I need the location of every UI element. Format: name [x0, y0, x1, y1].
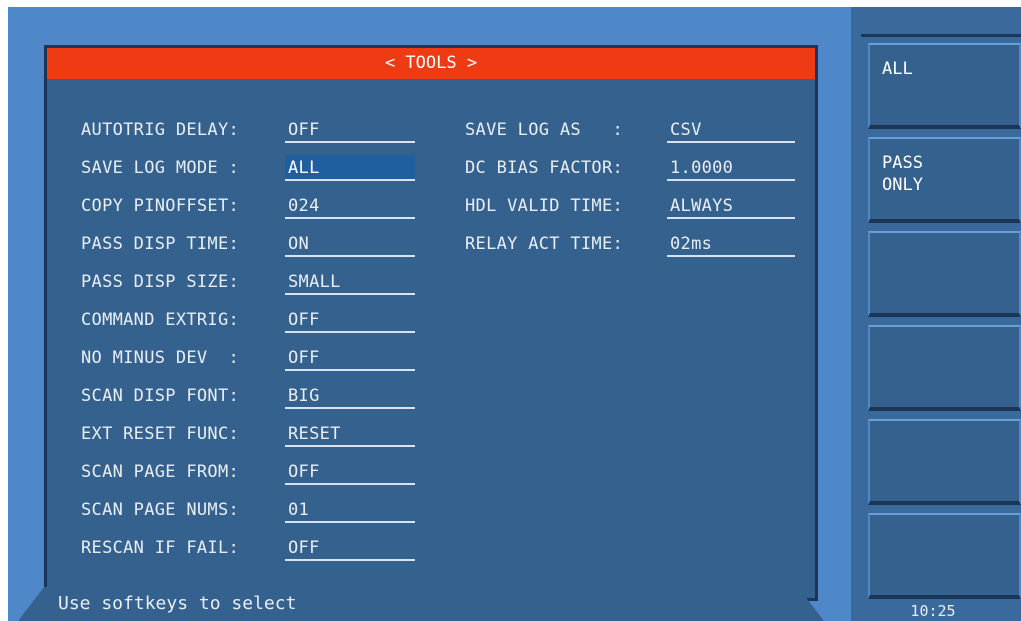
- setting-label: SCAN PAGE NUMS:: [81, 500, 240, 520]
- softkey-column: ALL PASS ONLY: [851, 7, 1021, 621]
- setting-label: DC BIAS FACTOR:: [465, 158, 624, 178]
- setting-row-ext-reset-func: EXT RESET FUNC: RESET: [81, 421, 421, 447]
- setting-label: RESCAN IF FAIL:: [81, 538, 240, 558]
- setting-row-hdl-valid-time: HDL VALID TIME: ALWAYS: [465, 193, 801, 219]
- setting-row-no-minus-dev: NO MINUS DEV : OFF: [81, 345, 421, 371]
- setting-label: SAVE LOG MODE :: [81, 158, 240, 178]
- setting-row-pass-disp-size: PASS DISP SIZE: SMALL: [81, 269, 421, 295]
- setting-value-field[interactable]: ALWAYS: [667, 193, 795, 219]
- setting-value-field[interactable]: 024: [285, 193, 415, 219]
- softkey-6[interactable]: [868, 513, 1021, 599]
- instrument-screen: < TOOLS > AUTOTRIG DELAY: OFF SAVE LOG M…: [8, 7, 1021, 621]
- softkey-pass-only[interactable]: PASS ONLY: [868, 137, 1021, 223]
- setting-label: SAVE LOG AS :: [465, 120, 624, 140]
- setting-label: COMMAND EXTRIG:: [81, 310, 240, 330]
- status-text: Use softkeys to select: [58, 593, 297, 614]
- softkey-5[interactable]: [868, 419, 1021, 505]
- setting-value-field-selected[interactable]: ALL: [285, 155, 415, 181]
- tools-panel: < TOOLS > AUTOTRIG DELAY: OFF SAVE LOG M…: [44, 45, 818, 601]
- setting-value-field[interactable]: 02ms: [667, 231, 795, 257]
- softkey-all[interactable]: ALL: [868, 43, 1021, 129]
- softkey-3[interactable]: [868, 231, 1021, 317]
- setting-label: RELAY ACT TIME:: [465, 234, 624, 254]
- clock-display: 10:25: [910, 602, 956, 620]
- setting-row-scan-disp-font: SCAN DISP FONT: BIG: [81, 383, 421, 409]
- setting-value-field[interactable]: CSV: [667, 117, 795, 143]
- setting-value-field[interactable]: ON: [285, 231, 415, 257]
- setting-row-scan-page-from: SCAN PAGE FROM: OFF: [81, 459, 421, 485]
- page-title: < TOOLS >: [47, 48, 815, 79]
- setting-label: PASS DISP TIME:: [81, 234, 240, 254]
- setting-label: SCAN PAGE FROM:: [81, 462, 240, 482]
- setting-row-rescan-if-fail: RESCAN IF FAIL: OFF: [81, 535, 421, 561]
- setting-label: SCAN DISP FONT:: [81, 386, 240, 406]
- setting-row-dc-bias-factor: DC BIAS FACTOR: 1.0000: [465, 155, 801, 181]
- setting-value-field[interactable]: BIG: [285, 383, 415, 409]
- setting-value-field[interactable]: 1.0000: [667, 155, 795, 181]
- setting-row-autotrig-delay: AUTOTRIG DELAY: OFF: [81, 117, 421, 143]
- setting-row-relay-act-time: RELAY ACT TIME: 02ms: [465, 231, 801, 257]
- setting-row-scan-page-nums: SCAN PAGE NUMS: 01: [81, 497, 421, 523]
- setting-label: EXT RESET FUNC:: [81, 424, 240, 444]
- setting-value-field[interactable]: 01: [285, 497, 415, 523]
- setting-label: AUTOTRIG DELAY:: [81, 120, 240, 140]
- setting-row-save-log-as: SAVE LOG AS : CSV: [465, 117, 801, 143]
- softkey-divider: [861, 34, 1021, 37]
- setting-value-field[interactable]: SMALL: [285, 269, 415, 295]
- softkey-4[interactable]: [868, 325, 1021, 411]
- setting-value-field[interactable]: RESET: [285, 421, 415, 447]
- setting-value-field[interactable]: OFF: [285, 345, 415, 371]
- setting-value-field[interactable]: OFF: [285, 535, 415, 561]
- status-bar: Use softkeys to select: [18, 587, 824, 621]
- setting-row-copy-pinoffset: COPY PINOFFSET: 024: [81, 193, 421, 219]
- setting-row-pass-disp-time: PASS DISP TIME: ON: [81, 231, 421, 257]
- setting-row-command-extrig: COMMAND EXTRIG: OFF: [81, 307, 421, 333]
- setting-value-field[interactable]: OFF: [285, 459, 415, 485]
- setting-label: NO MINUS DEV :: [81, 348, 240, 368]
- setting-row-save-log-mode: SAVE LOG MODE : ALL: [81, 155, 421, 181]
- setting-value-field[interactable]: OFF: [285, 117, 415, 143]
- setting-label: HDL VALID TIME:: [465, 196, 624, 216]
- setting-value-field[interactable]: OFF: [285, 307, 415, 333]
- setting-label: PASS DISP SIZE:: [81, 272, 240, 292]
- setting-label: COPY PINOFFSET:: [81, 196, 240, 216]
